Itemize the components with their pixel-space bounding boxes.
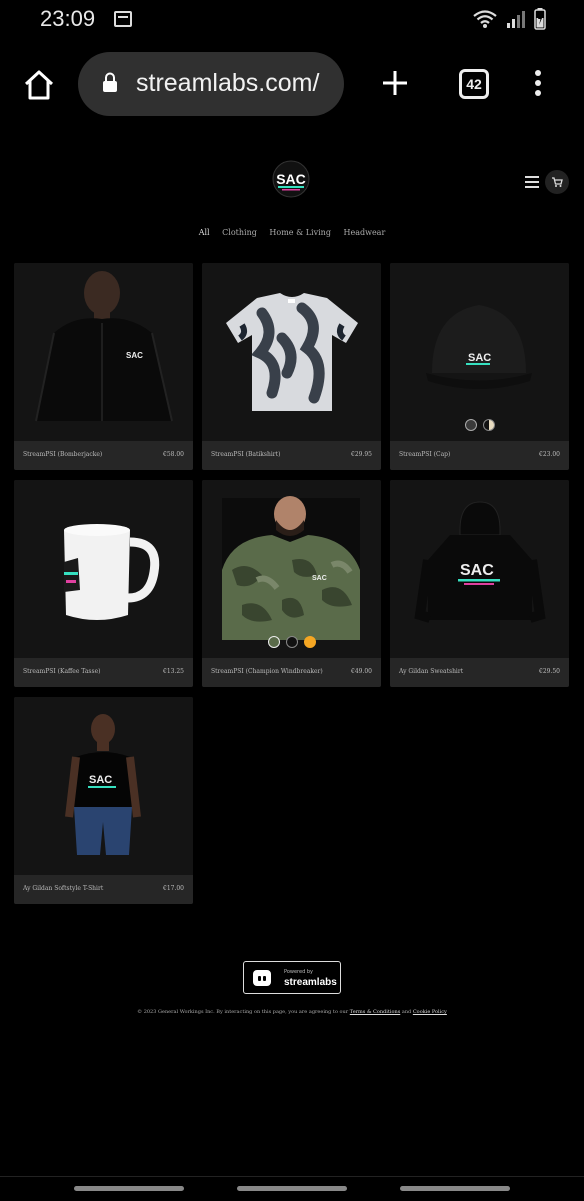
product-name[interactable]: StreamPSI (Batikshirt) bbox=[211, 451, 280, 458]
color-swatch[interactable] bbox=[285, 636, 298, 648]
cookie-policy-link[interactable]: Cookie Policy bbox=[413, 1009, 447, 1015]
legal-and: and bbox=[401, 1009, 412, 1015]
product-name[interactable]: Ay Gildan Softstyle T-Shirt bbox=[23, 885, 103, 892]
cart-icon[interactable] bbox=[545, 170, 569, 194]
color-swatch[interactable] bbox=[303, 636, 316, 648]
product-name[interactable]: StreamPSI (Champion Windbreaker) bbox=[211, 668, 323, 675]
product-image[interactable]: SAC bbox=[14, 697, 193, 875]
tie-dye-tshirt-icon bbox=[202, 263, 381, 441]
product-price: €49.00 bbox=[351, 668, 372, 675]
product-image[interactable]: SAC bbox=[202, 480, 381, 658]
product-info-bar[interactable]: Ay Gildan Sweatshirt €29.50 bbox=[390, 658, 569, 687]
product-name[interactable]: StreamPSI (Bomberjacke) bbox=[23, 451, 102, 458]
product-info-bar[interactable]: StreamPSI (Cap) €23.00 bbox=[390, 441, 569, 470]
nav-back-gesture[interactable] bbox=[74, 1186, 184, 1191]
product-image[interactable]: SAC bbox=[390, 480, 569, 658]
powered-by-label: Powered by bbox=[284, 969, 313, 975]
snapback-cap-icon: SAC bbox=[390, 263, 569, 441]
category-nav: All Clothing Home & Living Headwear bbox=[0, 228, 584, 237]
product-info-bar[interactable]: StreamPSI (Champion Windbreaker) €49.00 bbox=[202, 658, 381, 687]
url-text: streamlabs.com/ bbox=[136, 69, 320, 97]
coffee-mug-icon bbox=[14, 480, 193, 658]
streamlabs-logo-icon bbox=[253, 970, 271, 986]
svg-text:SAC: SAC bbox=[312, 575, 327, 582]
svg-text:SAC: SAC bbox=[468, 352, 491, 364]
product-price: €17.00 bbox=[163, 885, 184, 892]
system-navigation-bar bbox=[0, 1176, 584, 1201]
browser-toolbar: streamlabs.com/ 42 bbox=[0, 48, 584, 120]
svg-text:SAC: SAC bbox=[460, 562, 494, 579]
legal-text: © 2023 General Workings Inc. By interact… bbox=[137, 1009, 349, 1015]
product-image[interactable] bbox=[14, 480, 193, 658]
system-icons bbox=[472, 8, 546, 30]
product-info-bar[interactable]: StreamPSI (Batikshirt) €29.95 bbox=[202, 441, 381, 470]
camo-windbreaker-icon: SAC bbox=[202, 480, 381, 658]
calendar-icon bbox=[114, 11, 132, 27]
bomber-jacket-icon: SAC bbox=[14, 263, 193, 441]
svg-text:SAC: SAC bbox=[126, 351, 143, 360]
product-price: €58.00 bbox=[163, 451, 184, 458]
svg-text:SAC: SAC bbox=[276, 171, 306, 187]
powered-by-streamlabs-badge[interactable]: Powered by streamlabs bbox=[243, 961, 341, 994]
color-swatch[interactable] bbox=[482, 419, 495, 431]
svg-text:SAC: SAC bbox=[89, 774, 112, 786]
nav-recents-gesture[interactable] bbox=[400, 1186, 510, 1191]
product-price: €13.25 bbox=[163, 668, 184, 675]
legal-footer: © 2023 General Workings Inc. By interact… bbox=[0, 1009, 584, 1015]
product-card[interactable]: SAC StreamPSI (Bomberjacke) €58.00 bbox=[14, 263, 193, 470]
address-bar[interactable]: streamlabs.com/ bbox=[78, 52, 344, 116]
product-name[interactable]: StreamPSI (Kaffee Tasse) bbox=[23, 668, 100, 675]
color-swatches bbox=[202, 636, 381, 648]
category-home-living[interactable]: Home & Living bbox=[269, 228, 331, 237]
product-card[interactable]: SAC StreamPSI (Cap) €23.00 bbox=[390, 263, 569, 470]
product-card[interactable]: SAC StreamPSI (Champion Windbreaker) €49… bbox=[202, 480, 381, 687]
product-name[interactable]: Ay Gildan Sweatshirt bbox=[399, 668, 463, 675]
category-all[interactable]: All bbox=[199, 228, 210, 237]
product-card[interactable]: SAC Ay Gildan Sweatshirt €29.50 bbox=[390, 480, 569, 687]
product-name[interactable]: StreamPSI (Cap) bbox=[399, 451, 450, 458]
terms-link[interactable]: Terms & Conditions bbox=[350, 1009, 401, 1015]
lock-icon bbox=[103, 72, 117, 92]
store-logo[interactable]: SAC bbox=[268, 160, 314, 202]
color-swatch[interactable] bbox=[267, 636, 280, 648]
product-image[interactable] bbox=[202, 263, 381, 441]
category-clothing[interactable]: Clothing bbox=[222, 228, 257, 237]
tab-count: 42 bbox=[466, 76, 482, 92]
new-tab-icon[interactable] bbox=[380, 68, 410, 98]
product-info-bar[interactable]: StreamPSI (Kaffee Tasse) €13.25 bbox=[14, 658, 193, 687]
product-card[interactable]: StreamPSI (Kaffee Tasse) €13.25 bbox=[14, 480, 193, 687]
home-icon[interactable] bbox=[22, 68, 56, 102]
battery-icon bbox=[534, 8, 546, 30]
hoodie-icon: SAC bbox=[390, 480, 569, 658]
product-info-bar[interactable]: Ay Gildan Softstyle T-Shirt €17.00 bbox=[14, 875, 193, 904]
product-image[interactable]: SAC bbox=[390, 263, 569, 441]
color-swatches bbox=[390, 419, 569, 431]
product-card[interactable]: SAC Ay Gildan Softstyle T-Shirt €17.00 bbox=[14, 697, 193, 904]
product-price: €29.95 bbox=[351, 451, 372, 458]
hamburger-menu-icon[interactable] bbox=[525, 176, 539, 188]
category-headwear[interactable]: Headwear bbox=[344, 228, 386, 237]
color-swatch[interactable] bbox=[464, 419, 477, 431]
tab-switcher-button[interactable]: 42 bbox=[459, 69, 489, 99]
powered-by-brand: streamlabs bbox=[284, 977, 337, 988]
tshirt-icon: SAC bbox=[14, 697, 193, 875]
more-options-icon[interactable] bbox=[530, 68, 546, 100]
product-info-bar[interactable]: StreamPSI (Bomberjacke) €58.00 bbox=[14, 441, 193, 470]
signal-icon bbox=[507, 11, 525, 28]
product-image[interactable]: SAC bbox=[14, 263, 193, 441]
product-card[interactable]: StreamPSI (Batikshirt) €29.95 bbox=[202, 263, 381, 470]
status-bar: 23:09 bbox=[0, 0, 584, 40]
product-price: €23.00 bbox=[539, 451, 560, 458]
product-price: €29.50 bbox=[539, 668, 560, 675]
nav-home-gesture[interactable] bbox=[237, 1186, 347, 1191]
wifi-icon bbox=[473, 10, 497, 28]
status-time: 23:09 bbox=[40, 6, 96, 31]
